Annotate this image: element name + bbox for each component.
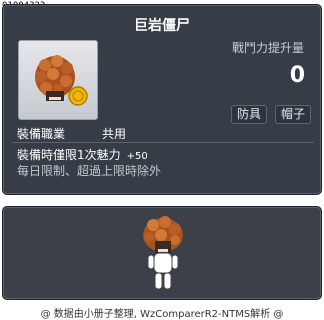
category-tag-armor: 防具 — [231, 105, 267, 124]
character-preview-panel — [2, 206, 322, 300]
job-value: 共用 — [102, 127, 127, 141]
item-icon-frame — [18, 40, 98, 120]
charm-effect-text: 裝備時僅限1次魅力 — [17, 148, 121, 162]
job-label: 裝備職業 — [17, 127, 66, 141]
category-tag-hat: 帽子 — [275, 105, 311, 124]
combat-power-value: 0 — [289, 63, 305, 88]
item-tooltip: 巨岩僵尸 戰鬥力提升量 0 防具 帽子 裝備職業 共用 裝備時僅限1次魅力 +50 — [2, 4, 322, 195]
charm-effect-bonus: +50 — [126, 151, 148, 162]
combat-power-label: 戰鬥力提升量 — [231, 41, 304, 55]
item-name: 巨岩僵尸 — [134, 18, 190, 34]
character-preview-icon — [143, 216, 183, 290]
footer-credit: @ 数据由小册子整理, WzComparerR2-NTMS解析 @ — [40, 309, 284, 320]
charm-effect: 裝備時僅限1次魅力 +50 — [17, 146, 148, 163]
divider — [12, 142, 314, 143]
rock-helmet-icon — [35, 55, 88, 106]
item-description: 每日限制、超過上限時除外 — [17, 164, 162, 178]
